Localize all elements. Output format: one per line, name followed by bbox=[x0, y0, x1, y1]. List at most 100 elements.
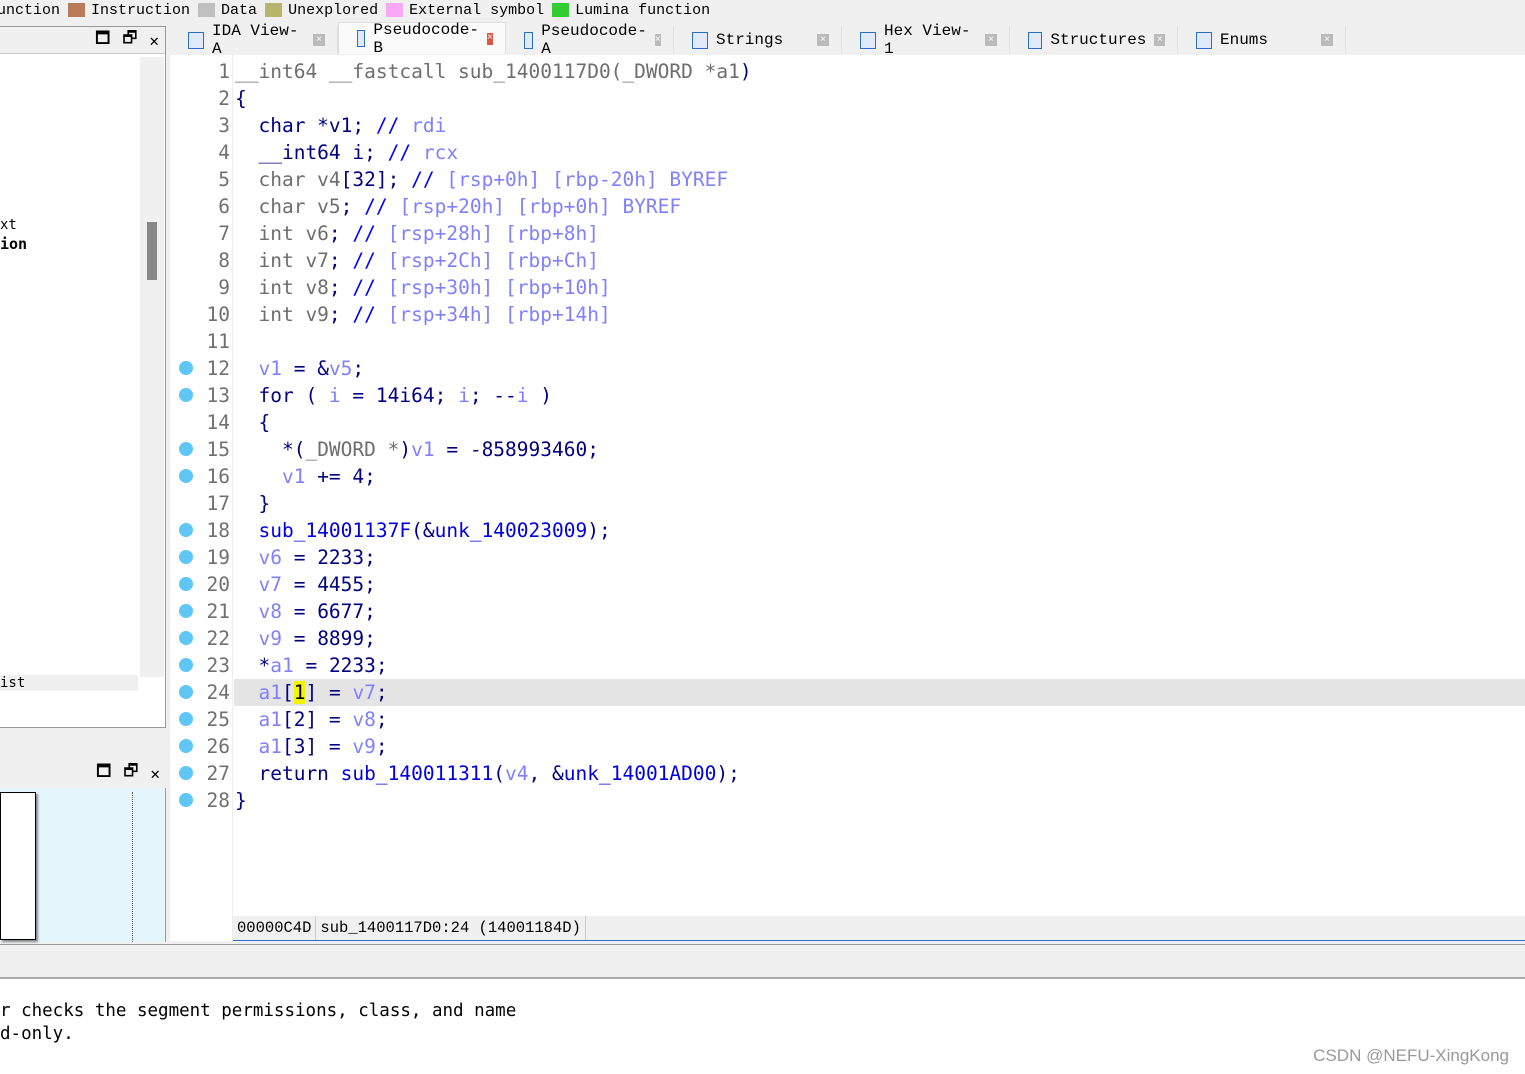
code-line[interactable]: 19 v6 = 2233; bbox=[170, 544, 1525, 571]
tab-close-icon[interactable]: × bbox=[654, 34, 661, 46]
splitter-bar[interactable] bbox=[0, 944, 1525, 979]
tab-ida-icon bbox=[188, 31, 204, 49]
code-token: a1 bbox=[258, 708, 282, 731]
code-line[interactable]: 6 char v5; // [rsp+20h] [rbp+0h] BYREF bbox=[170, 193, 1525, 220]
code-line[interactable]: 4 __int64 i; // rcx bbox=[170, 139, 1525, 166]
line-number: 6 bbox=[218, 195, 230, 218]
line-number: 24 bbox=[206, 681, 230, 704]
legend-swatch bbox=[265, 2, 283, 17]
code-token: ); bbox=[716, 762, 740, 785]
code-token: ; bbox=[328, 249, 353, 272]
code-line[interactable]: 23 *a1 = 2233; bbox=[170, 652, 1525, 679]
restore-icon[interactable]: 🗗 bbox=[122, 27, 137, 54]
maximize-icon[interactable]: 🗖 bbox=[96, 760, 111, 787]
code-line[interactable]: 9 int v8; // [rsp+30h] [rbp+10h] bbox=[170, 274, 1525, 301]
code-token: v4 bbox=[505, 762, 529, 785]
code-token: [rsp+28h] [rbp+8h] bbox=[387, 222, 599, 245]
code-line[interactable]: 27 return sub_140011311(v4, &unk_14001AD… bbox=[170, 760, 1525, 787]
code-text: v8 = 6677; bbox=[234, 598, 1525, 625]
code-line[interactable]: 3 char *v1; // rdi bbox=[170, 112, 1525, 139]
code-text: char v4[32]; // [rsp+0h] [rbp-20h] BYREF bbox=[234, 166, 1525, 193]
code-line[interactable]: 13 for ( i = 14i64; i; --i ) bbox=[170, 382, 1525, 409]
code-line[interactable]: 8 int v7; // [rsp+2Ch] [rbp+Ch] bbox=[170, 247, 1525, 274]
tab-close-icon[interactable]: × bbox=[985, 34, 997, 46]
code-line[interactable]: 24 a1[1] = v7; bbox=[170, 679, 1525, 706]
tab-close-icon[interactable]: × bbox=[1154, 34, 1165, 46]
line-number: 13 bbox=[206, 384, 230, 407]
tab-close-icon[interactable]: × bbox=[817, 34, 829, 46]
code-text: { bbox=[234, 409, 1525, 436]
restore-icon[interactable]: 🗗 bbox=[123, 760, 138, 787]
code-line[interactable]: 15 *(_DWORD *)v1 = -858993460; bbox=[170, 436, 1525, 463]
tab-ida-view-a[interactable]: IDA View-A × bbox=[170, 22, 338, 58]
code-token: v7 bbox=[352, 681, 376, 704]
code-token: * bbox=[235, 654, 271, 677]
code-line[interactable]: 20 v7 = 4455; bbox=[170, 571, 1525, 598]
tab-enums[interactable]: Enums × bbox=[1178, 26, 1346, 54]
code-line[interactable]: 26 a1[3] = v9; bbox=[170, 733, 1525, 760]
tab-hex-view-1[interactable]: Hex View-1 × bbox=[842, 22, 1010, 58]
code-line[interactable]: 12 v1 = &v5; bbox=[170, 355, 1525, 382]
code-line[interactable]: 17 } bbox=[170, 490, 1525, 517]
maximize-icon[interactable]: 🗖 bbox=[95, 27, 110, 54]
code-line[interactable]: 10 int v9; // [rsp+34h] [rbp+14h] bbox=[170, 301, 1525, 328]
tab-s-icon bbox=[692, 31, 708, 49]
code-line[interactable]: 7 int v6; // [rsp+28h] [rbp+8h] bbox=[170, 220, 1525, 247]
tab-pseudocode-a[interactable]: Pseudocode-A × bbox=[506, 22, 674, 58]
functions-panel: 🗖 🗗 ✕ xt ion ist bbox=[0, 26, 166, 728]
legend-item: Lumina function bbox=[552, 2, 710, 19]
pseudocode-editor[interactable]: 1 __int64 __fastcall sub_1400117D0(_DWORD… bbox=[170, 55, 1525, 941]
line-number: 17 bbox=[206, 492, 230, 515]
code-line[interactable]: 28} bbox=[170, 787, 1525, 814]
tab-close-icon[interactable]: × bbox=[486, 32, 493, 45]
code-line[interactable]: 14 { bbox=[170, 409, 1525, 436]
code-line[interactable]: 1 __int64 __fastcall sub_1400117D0(_DWORD… bbox=[170, 58, 1525, 85]
legend-item: function bbox=[0, 2, 60, 19]
code-token: a1 bbox=[258, 735, 282, 758]
overview-viewport[interactable] bbox=[0, 792, 36, 940]
code-token: [rsp+0h] [rbp-20h] BYREF bbox=[446, 168, 729, 191]
code-token: i bbox=[328, 384, 341, 407]
code-token: char v5 bbox=[235, 195, 341, 218]
line-number: 15 bbox=[206, 438, 230, 461]
tab-structures[interactable]: Structures × bbox=[1010, 26, 1178, 54]
code-text: int v9; // [rsp+34h] [rbp+14h] bbox=[234, 301, 1525, 328]
code-text: *(_DWORD *)v1 = -858993460; bbox=[234, 436, 1525, 463]
code-line[interactable]: 25 a1[2] = v8; bbox=[170, 706, 1525, 733]
code-line[interactable]: 5 char v4[32]; // [rsp+0h] [rbp-20h] BYR… bbox=[170, 166, 1525, 193]
code-line[interactable]: 11 bbox=[170, 328, 1525, 355]
code-token: ; -- bbox=[469, 384, 517, 407]
line-number: 21 bbox=[206, 600, 230, 623]
code-token: v9 bbox=[258, 627, 282, 650]
code-token: v6 bbox=[258, 546, 282, 569]
close-icon[interactable]: ✕ bbox=[149, 31, 159, 50]
tab-pseudocode-b[interactable]: Pseudocode-B × bbox=[338, 21, 506, 57]
tab-close-icon[interactable]: × bbox=[1321, 34, 1333, 46]
scrollbar[interactable] bbox=[140, 57, 164, 677]
line-number: 22 bbox=[206, 627, 230, 650]
code-token: [32]; bbox=[340, 168, 412, 191]
legend-label: Data bbox=[221, 1, 258, 19]
code-token: = 14i64; bbox=[340, 384, 459, 407]
scrollbar-thumb[interactable] bbox=[147, 222, 157, 280]
code-line[interactable]: 2{ bbox=[170, 85, 1525, 112]
legend-swatch bbox=[198, 2, 216, 17]
line-number: 18 bbox=[206, 519, 230, 542]
code-text: } bbox=[234, 490, 1525, 517]
code-token: { bbox=[235, 87, 247, 110]
output-line: d-only. bbox=[0, 1024, 74, 1044]
code-line[interactable]: 21 v8 = 6677; bbox=[170, 598, 1525, 625]
legend-item: Data bbox=[198, 2, 257, 19]
tab-strings[interactable]: Strings × bbox=[674, 26, 842, 54]
close-icon[interactable]: ✕ bbox=[150, 764, 160, 783]
code-line[interactable]: 18 sub_14001137F(&unk_140023009); bbox=[170, 517, 1525, 544]
code-token: , & bbox=[528, 762, 564, 785]
tab-close-icon[interactable]: × bbox=[313, 34, 325, 46]
code-token: // bbox=[352, 249, 388, 272]
line-number: 7 bbox=[218, 222, 230, 245]
code-line[interactable]: 16 v1 += 4; bbox=[170, 463, 1525, 490]
code-line[interactable]: 22 v9 = 8899; bbox=[170, 625, 1525, 652]
